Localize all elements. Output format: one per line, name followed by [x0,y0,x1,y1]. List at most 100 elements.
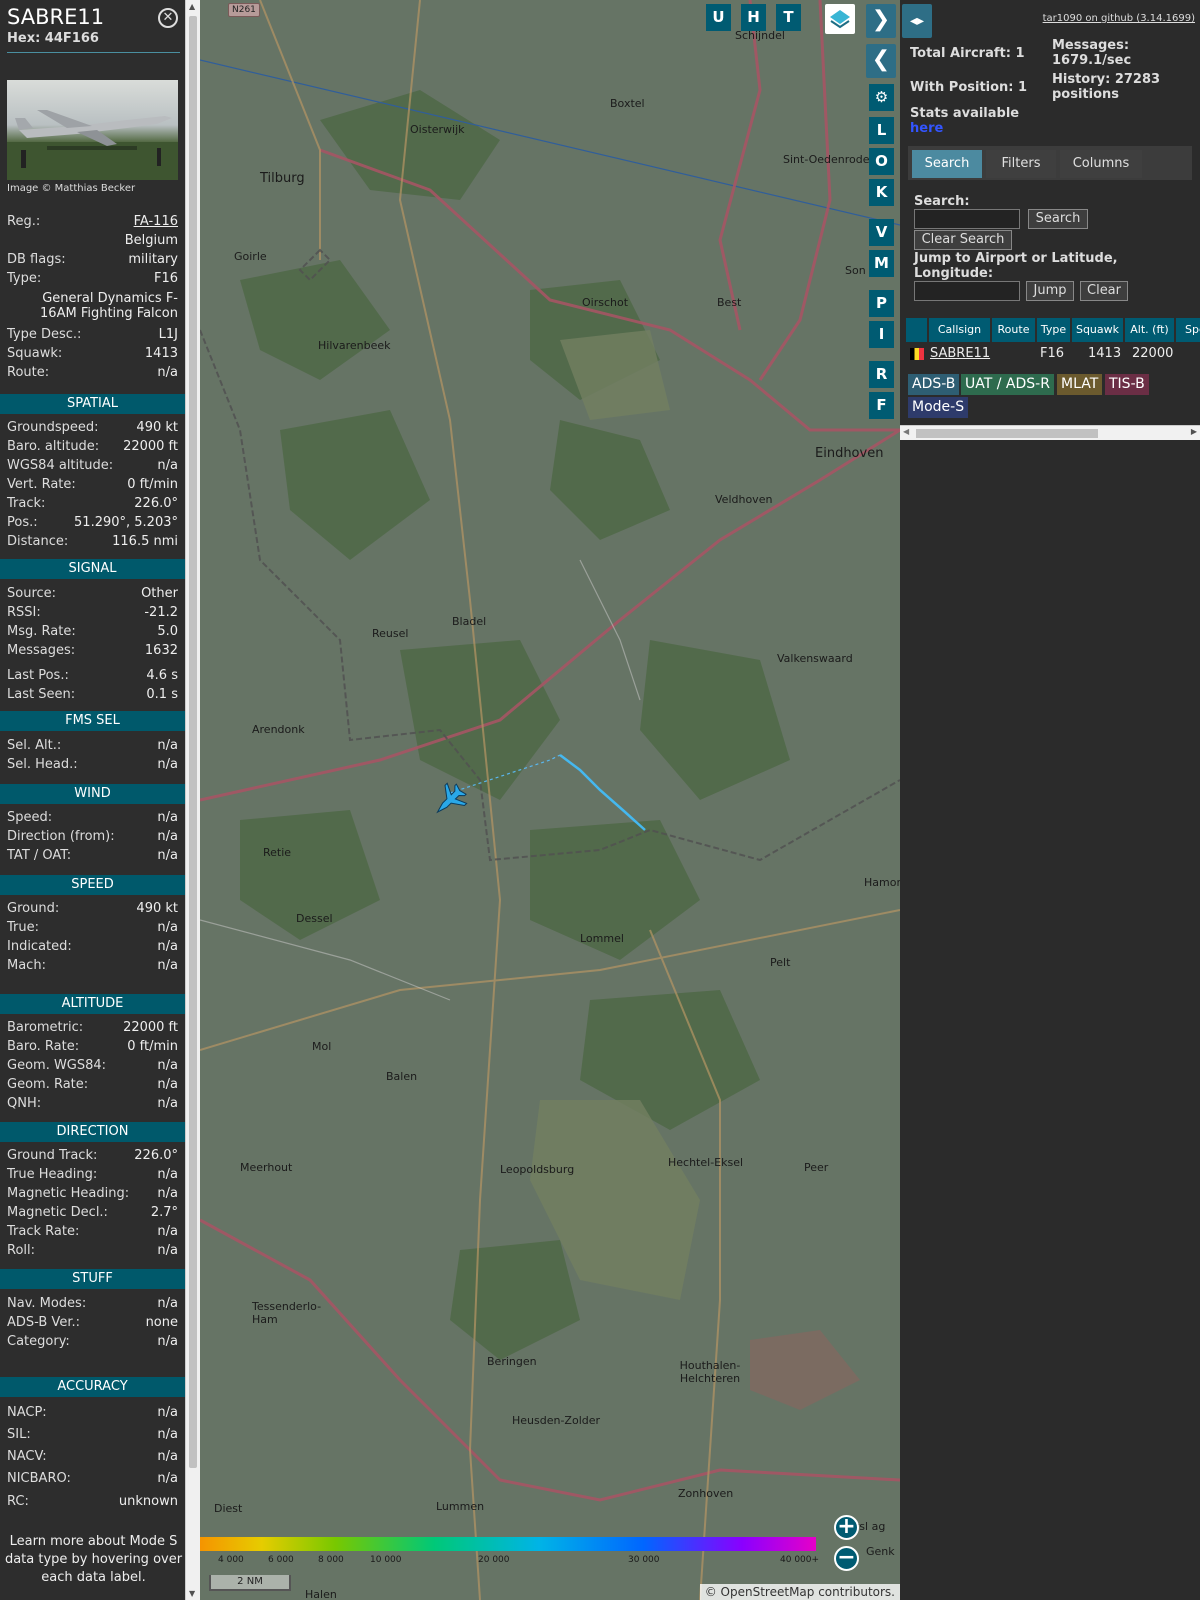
expand-right-icon[interactable]: ❯ [866,4,896,38]
github-link[interactable]: tar1090 on github (3.14.1699) [1043,13,1195,24]
detail-value: n/a [157,1077,178,1092]
aircraft-photo[interactable] [7,80,178,180]
map-attribution[interactable]: © OpenStreetMap contributors. [699,1584,900,1600]
detail-row: Indicated: n/a [7,939,178,957]
scrollbar-thumb[interactable] [189,16,197,1468]
scroll-right-icon[interactable]: ▶ [1191,427,1197,436]
settings-gear-icon[interactable]: ⚙ [869,84,894,111]
detail-label: RC: [7,1494,29,1509]
map-label: Goirle [234,250,267,263]
stats-link[interactable]: here [910,121,943,136]
table-header-type[interactable]: Type [1037,318,1071,342]
map-button-v[interactable]: V [869,219,894,246]
close-icon[interactable]: ✕ [158,8,178,28]
detail-value: n/a [157,1224,178,1239]
detail-row: RC: unknown [7,1494,178,1512]
scrollbar-thumb[interactable] [916,429,1098,438]
table-header-alt[interactable]: Alt. (ft) [1125,318,1175,342]
badge-adsb: ADS-B [908,374,960,395]
detail-value: n/a [157,958,178,973]
zoom-out-icon[interactable]: − [834,1546,859,1571]
map-label: Lummen [436,1500,485,1513]
detail-label: Distance: [7,534,69,549]
detail-row: Track: 226.0° [7,496,178,514]
map-button-t[interactable]: T [776,4,801,31]
table-row-callsign[interactable]: SABRE11 [930,344,990,364]
info-row-squawk: Squawk: 1413 [7,346,178,364]
resize-panel-icon[interactable]: ◂▸ [902,4,932,38]
search-button[interactable]: Search [1028,209,1088,229]
map-label: Balen [386,1070,418,1083]
map-label: Tessenderlo-Ham [252,1300,322,1326]
scroll-up-icon[interactable]: ▲ [189,2,195,11]
belgium-flag-icon [910,348,924,360]
detail-value: 5.0 [157,624,178,639]
clear-button[interactable]: Clear [1080,281,1128,301]
registration-link[interactable]: FA-116 [134,214,178,229]
tab-columns[interactable]: Columns [1060,150,1142,178]
map-button-p[interactable]: P [869,290,894,317]
clear-search-button[interactable]: Clear Search [914,230,1012,250]
detail-label: TAT / OAT: [7,848,72,863]
detail-row: Baro. Rate: 0 ft/min [7,1039,178,1057]
map-label: Zonhoven [678,1487,734,1500]
table-header-speed[interactable]: Spd [1176,318,1200,342]
detail-value: n/a [157,757,178,772]
collapse-left-icon[interactable]: ❮ [866,44,896,78]
table-header-flag[interactable] [906,318,928,342]
scroll-left-icon[interactable]: ◀ [903,427,909,436]
detail-label: Indicated: [7,939,72,954]
detail-row: Magnetic Decl.: 2.7° [7,1205,178,1223]
detail-label: Msg. Rate: [7,624,76,639]
detail-row: Geom. Rate: n/a [7,1077,178,1095]
zoom-in-icon[interactable]: + [834,1515,859,1540]
detail-value: n/a [157,1334,178,1349]
selected-hex: Hex: 44F166 [7,31,99,46]
section-header-speed: SPEED [0,875,185,895]
table-header-callsign[interactable]: Callsign [929,318,991,342]
detail-value: n/a [157,848,178,863]
detail-row: Sel. Head.: n/a [7,757,178,775]
map-button-m[interactable]: M [869,250,894,277]
map-label: Retie [263,846,292,859]
detail-label: True: [7,920,39,935]
legend-tick: 30 000 [628,1555,660,1565]
map-button-r[interactable]: R [869,361,894,388]
tab-filters[interactable]: Filters [986,150,1056,178]
search-input[interactable] [914,209,1020,229]
detail-row: Baro. altitude: 22000 ft [7,439,178,457]
info-label: Squawk: [7,346,63,361]
altitude-color-legend [200,1537,816,1551]
map-button-u[interactable]: U [706,4,731,31]
badge-tisb: TIS-B [1105,374,1149,395]
sidebar-scrollbar[interactable]: ▲ ▼ [185,0,200,1600]
jump-input[interactable] [914,281,1020,301]
detail-label: Track: [7,496,46,511]
map-button-f[interactable]: F [869,392,894,419]
selected-callsign: SABRE11 [7,5,105,29]
detail-row: Track Rate: n/a [7,1224,178,1242]
map-button-i[interactable]: I [869,321,894,348]
detail-label: Messages: [7,643,76,658]
map-label: Oisterwijk [410,123,465,136]
map-button-h[interactable]: H [741,4,766,31]
map-button-k[interactable]: K [869,179,894,206]
table-header-squawk[interactable]: Squawk [1072,318,1124,342]
detail-value: n/a [157,1096,178,1111]
detail-row: NACP: n/a [7,1405,178,1423]
map-button-l[interactable]: L [869,117,894,144]
detail-value: n/a [157,810,178,825]
map-button-o[interactable]: O [869,148,894,175]
detail-label: Baro. altitude: [7,439,100,454]
jump-button[interactable]: Jump [1026,281,1074,301]
info-label: Route: [7,365,50,380]
table-horizontal-scrollbar[interactable]: ◀ ▶ [900,425,1200,440]
tab-search[interactable]: Search [912,150,982,178]
aircraft-table: Callsign Route Type Squawk Alt. (ft) Spd… [906,318,1200,366]
detail-label: Vert. Rate: [7,477,76,492]
legend-tick: 8 000 [318,1555,344,1565]
table-header-route[interactable]: Route [992,318,1036,342]
map-view[interactable]: N261 Schijndel Boxtel Oisterwijk Sint-Oe… [200,0,900,1600]
scroll-down-icon[interactable]: ▼ [189,1589,195,1598]
layers-icon[interactable] [825,4,855,34]
